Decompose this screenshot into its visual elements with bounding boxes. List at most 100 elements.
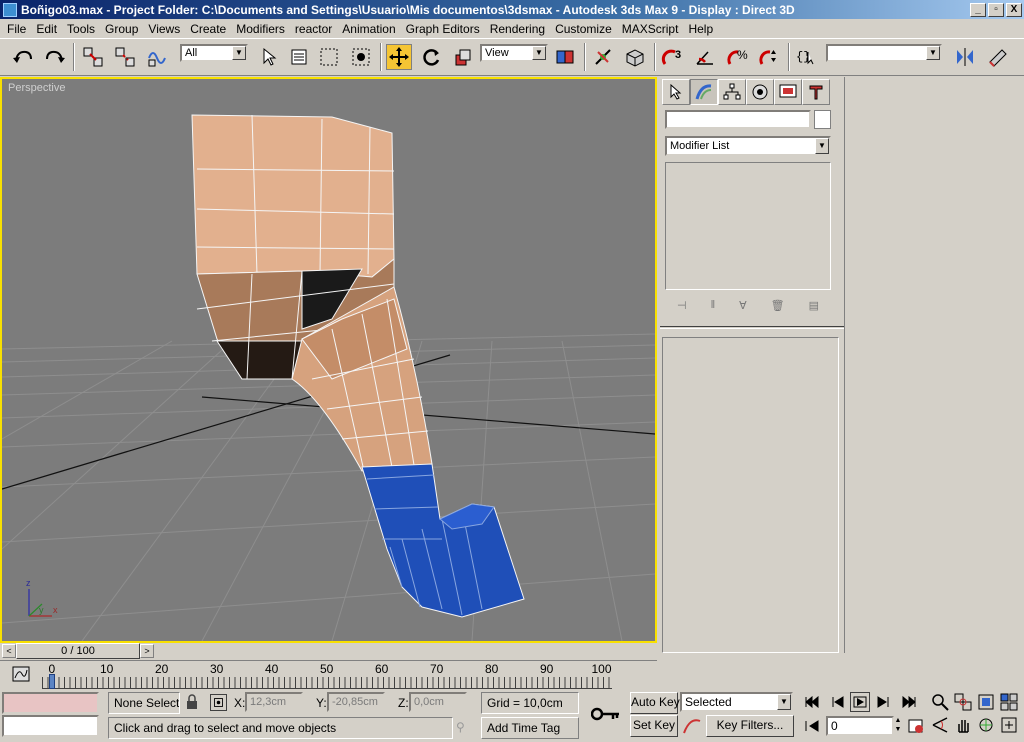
y-coordinate-field[interactable]: -20,85cm <box>327 692 385 712</box>
modifier-stack[interactable] <box>665 162 831 290</box>
make-unique-icon[interactable]: ∀ <box>739 299 747 312</box>
menu-customize[interactable]: Customize <box>550 22 617 36</box>
object-color-swatch[interactable] <box>814 110 831 129</box>
select-and-link-icon[interactable] <box>80 44 106 70</box>
undo-icon[interactable] <box>10 44 36 70</box>
current-frame-marker[interactable] <box>49 674 55 689</box>
command-panel-tabs <box>662 79 842 105</box>
maximize-button[interactable]: ▫ <box>988 2 1004 17</box>
menu-file[interactable]: File <box>2 22 31 36</box>
rectangular-selection-region-icon[interactable] <box>316 44 342 70</box>
key-mode-toggle-icon[interactable] <box>802 716 822 736</box>
utilities-tab[interactable] <box>802 79 830 105</box>
select-and-manipulate-icon[interactable] <box>590 44 616 70</box>
snaps-toggle-icon[interactable]: 3 <box>660 44 686 70</box>
time-configuration-icon[interactable] <box>906 716 926 736</box>
axis-tripod: z x y <box>26 578 58 617</box>
selection-filter-dropdown[interactable]: All ▼ <box>180 44 248 62</box>
zoom-all-icon[interactable] <box>953 692 973 712</box>
set-key-button[interactable]: Set Key <box>630 715 678 737</box>
pan-icon[interactable] <box>953 715 973 735</box>
track-bar-tick-label: 90 <box>540 662 554 676</box>
named-selection-dropdown[interactable]: ▼ <box>826 44 942 62</box>
modify-tab[interactable] <box>690 79 718 105</box>
zoom-icon[interactable] <box>930 692 950 712</box>
remove-modifier-icon[interactable]: 🗑 <box>771 299 785 312</box>
time-slider-thumb[interactable]: 0 / 100 <box>16 643 140 659</box>
next-frame-button[interactable]: > <box>140 644 154 658</box>
display-tab[interactable] <box>774 79 802 105</box>
x-coordinate-field[interactable]: 12,3cm <box>245 692 303 712</box>
zoom-extents-icon[interactable] <box>976 692 996 712</box>
absolute-mode-icon[interactable] <box>210 694 227 711</box>
reference-coordinate-dropdown[interactable]: View ▼ <box>480 44 548 62</box>
hierarchy-tab[interactable] <box>718 79 746 105</box>
keyboard-shortcut-override-icon[interactable] <box>622 44 648 70</box>
maxscript-listener-macro[interactable] <box>2 692 99 714</box>
menu-maxscript[interactable]: MAXScript <box>617 22 684 36</box>
unlink-selection-icon[interactable] <box>112 44 138 70</box>
menu-help[interactable]: Help <box>683 22 718 36</box>
motion-tab[interactable] <box>746 79 774 105</box>
redo-icon[interactable] <box>42 44 68 70</box>
track-bar[interactable]: 0 10 20 30 40 50 60 70 80 90 100 <box>0 660 657 690</box>
lock-icon[interactable] <box>185 694 199 710</box>
menu-animation[interactable]: Animation <box>337 22 400 36</box>
use-pivot-center-icon[interactable] <box>552 44 578 70</box>
current-frame-spinner[interactable]: ▲ ▼ <box>894 716 902 736</box>
maxscript-listener-output[interactable] <box>2 715 99 737</box>
chevron-down-icon: ▼ <box>926 46 940 60</box>
menu-tools[interactable]: Tools <box>62 22 100 36</box>
spinner-snap-icon[interactable] <box>756 44 782 70</box>
create-tab[interactable] <box>662 79 690 105</box>
show-end-result-icon[interactable]: ǁ <box>711 299 716 311</box>
modifier-list-dropdown[interactable]: Modifier List ▼ <box>665 136 831 156</box>
edit-named-selection-icon[interactable]: {} <box>794 44 820 70</box>
close-button[interactable]: X <box>1006 2 1022 17</box>
key-filters-button[interactable]: Key Filters... <box>706 715 794 737</box>
z-coordinate-field[interactable]: 0,0cm <box>409 692 467 712</box>
bind-to-space-warp-icon[interactable] <box>144 44 170 70</box>
select-and-move-icon[interactable] <box>386 44 412 70</box>
menu-group[interactable]: Group <box>100 22 143 36</box>
menu-edit[interactable]: Edit <box>31 22 62 36</box>
go-to-end-icon[interactable] <box>899 692 919 712</box>
previous-frame-button[interactable]: < <box>2 644 16 658</box>
svg-text:3: 3 <box>675 49 681 61</box>
menu-graph-editors[interactable]: Graph Editors <box>401 22 485 36</box>
set-keys-icon[interactable] <box>588 696 624 732</box>
align-icon[interactable] <box>984 44 1010 70</box>
play-animation-icon[interactable] <box>850 692 870 712</box>
angle-snap-icon[interactable] <box>692 44 718 70</box>
window-crossing-icon[interactable] <box>348 44 374 70</box>
menu-rendering[interactable]: Rendering <box>485 22 550 36</box>
field-of-view-icon[interactable] <box>930 715 950 735</box>
auto-key-button[interactable]: Auto Key <box>630 692 680 714</box>
zoom-extents-all-icon[interactable] <box>999 692 1019 712</box>
menu-modifiers[interactable]: Modifiers <box>231 22 290 36</box>
menu-reactor[interactable]: reactor <box>290 22 337 36</box>
arc-rotate-icon[interactable] <box>976 715 996 735</box>
menu-views[interactable]: Views <box>143 22 185 36</box>
configure-modifier-sets-icon[interactable]: ▤ <box>809 299 819 312</box>
key-selection-set-dropdown[interactable]: Selected ▼ <box>680 692 793 712</box>
pin-stack-icon[interactable]: ⊣ <box>677 299 687 312</box>
select-and-uniform-scale-icon[interactable] <box>450 44 476 70</box>
select-by-name-icon[interactable] <box>286 44 312 70</box>
perspective-viewport[interactable]: Perspective z x y <box>0 77 657 643</box>
previous-frame-icon[interactable] <box>827 692 847 712</box>
current-frame-field[interactable]: 0 <box>826 716 894 736</box>
object-name-field[interactable] <box>665 110 811 129</box>
menu-create[interactable]: Create <box>185 22 231 36</box>
minimize-button[interactable]: _ <box>970 2 986 17</box>
next-frame-icon[interactable] <box>874 692 894 712</box>
maximize-viewport-icon[interactable] <box>999 715 1019 735</box>
add-time-tag-button[interactable]: Add Time Tag <box>481 717 579 739</box>
select-and-rotate-icon[interactable] <box>418 44 444 70</box>
default-in-out-tangents-icon[interactable] <box>682 717 702 735</box>
mirror-icon[interactable] <box>952 44 978 70</box>
go-to-start-icon[interactable] <box>802 692 822 712</box>
time-slider[interactable]: < 0 / 100 > <box>0 643 657 660</box>
percent-snap-icon[interactable]: % <box>724 44 750 70</box>
select-object-icon[interactable] <box>256 44 282 70</box>
